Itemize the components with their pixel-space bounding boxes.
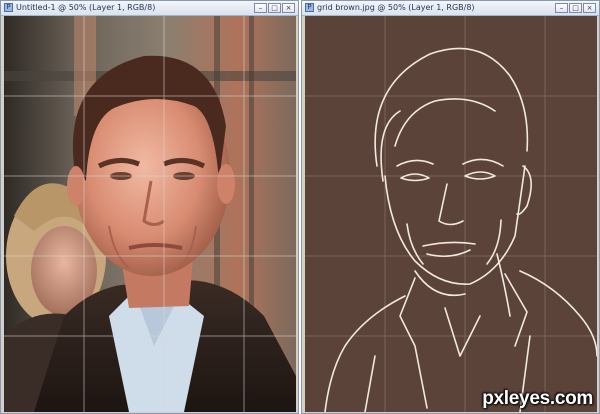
photoshop-doc-icon: P (4, 3, 13, 12)
portrait-photo (4, 16, 296, 412)
title-bar[interactable]: P grid brown.jpg @ 50% (Layer 1, RGB/8) … (302, 1, 599, 16)
sketch-canvas[interactable] (305, 16, 597, 412)
window-title: grid brown.jpg @ 50% (Layer 1, RGB/8) (317, 3, 475, 12)
close-button[interactable]: × (583, 3, 596, 13)
minimize-button[interactable]: – (555, 3, 568, 13)
maximize-button[interactable]: □ (569, 3, 582, 13)
title-bar[interactable]: P Untitled-1 @ 50% (Layer 1, RGB/8) – □ … (1, 1, 298, 16)
photo-canvas[interactable] (4, 16, 296, 412)
window-title: Untitled-1 @ 50% (Layer 1, RGB/8) (16, 3, 156, 12)
photoshop-doc-icon: P (305, 3, 314, 12)
close-button[interactable]: × (282, 3, 295, 13)
minimize-button[interactable]: – (254, 3, 267, 13)
line-sketch (305, 16, 597, 412)
document-window-left[interactable]: P Untitled-1 @ 50% (Layer 1, RGB/8) – □ … (0, 0, 299, 414)
maximize-button[interactable]: □ (268, 3, 281, 13)
watermark-logo: pxleyes.com (482, 388, 593, 409)
document-window-right[interactable]: P grid brown.jpg @ 50% (Layer 1, RGB/8) … (301, 0, 600, 414)
